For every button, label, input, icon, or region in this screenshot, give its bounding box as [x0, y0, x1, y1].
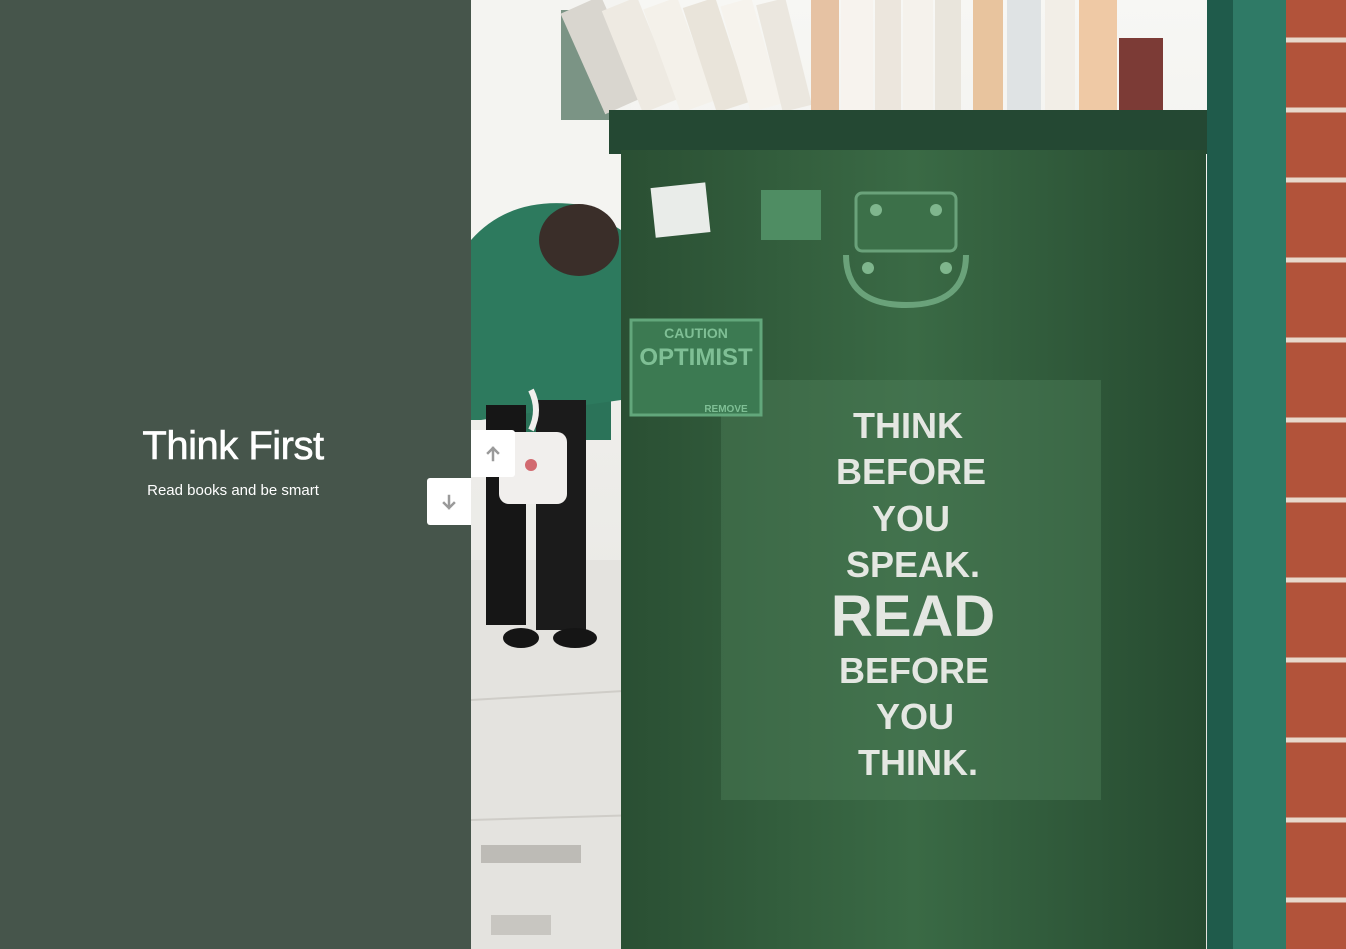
sticker-line: CAUTION [664, 325, 728, 341]
slide-subtitle: Read books and be smart [147, 482, 319, 499]
stencil-line: SPEAK. [846, 544, 980, 585]
stencil-line: YOU [872, 498, 950, 539]
arrow-down-icon [442, 494, 456, 510]
sticker-line: REMOVE [704, 404, 748, 415]
stencil-line: BEFORE [839, 650, 989, 691]
sticker-line: OPTIMIST [639, 344, 753, 371]
slide-up-button[interactable] [471, 430, 515, 477]
photo-illustration: CAUTION OPTIMIST REMOVE THINK BEFORE YOU… [471, 0, 1346, 949]
slide-down-button[interactable] [427, 478, 471, 525]
hero-photo: CAUTION OPTIMIST REMOVE THINK BEFORE YOU… [471, 0, 1346, 949]
stencil-line: BEFORE [836, 451, 986, 492]
books-row [560, 0, 1163, 115]
stencil-line: READ [831, 584, 995, 649]
slide-title: Think First [142, 424, 324, 469]
left-content-panel: Think First Read books and be smart [0, 0, 471, 949]
stencil-line: THINK. [858, 742, 978, 783]
arrow-up-icon [486, 445, 500, 461]
stencil-line: YOU [876, 696, 954, 737]
stencil-line: THINK [853, 405, 963, 446]
